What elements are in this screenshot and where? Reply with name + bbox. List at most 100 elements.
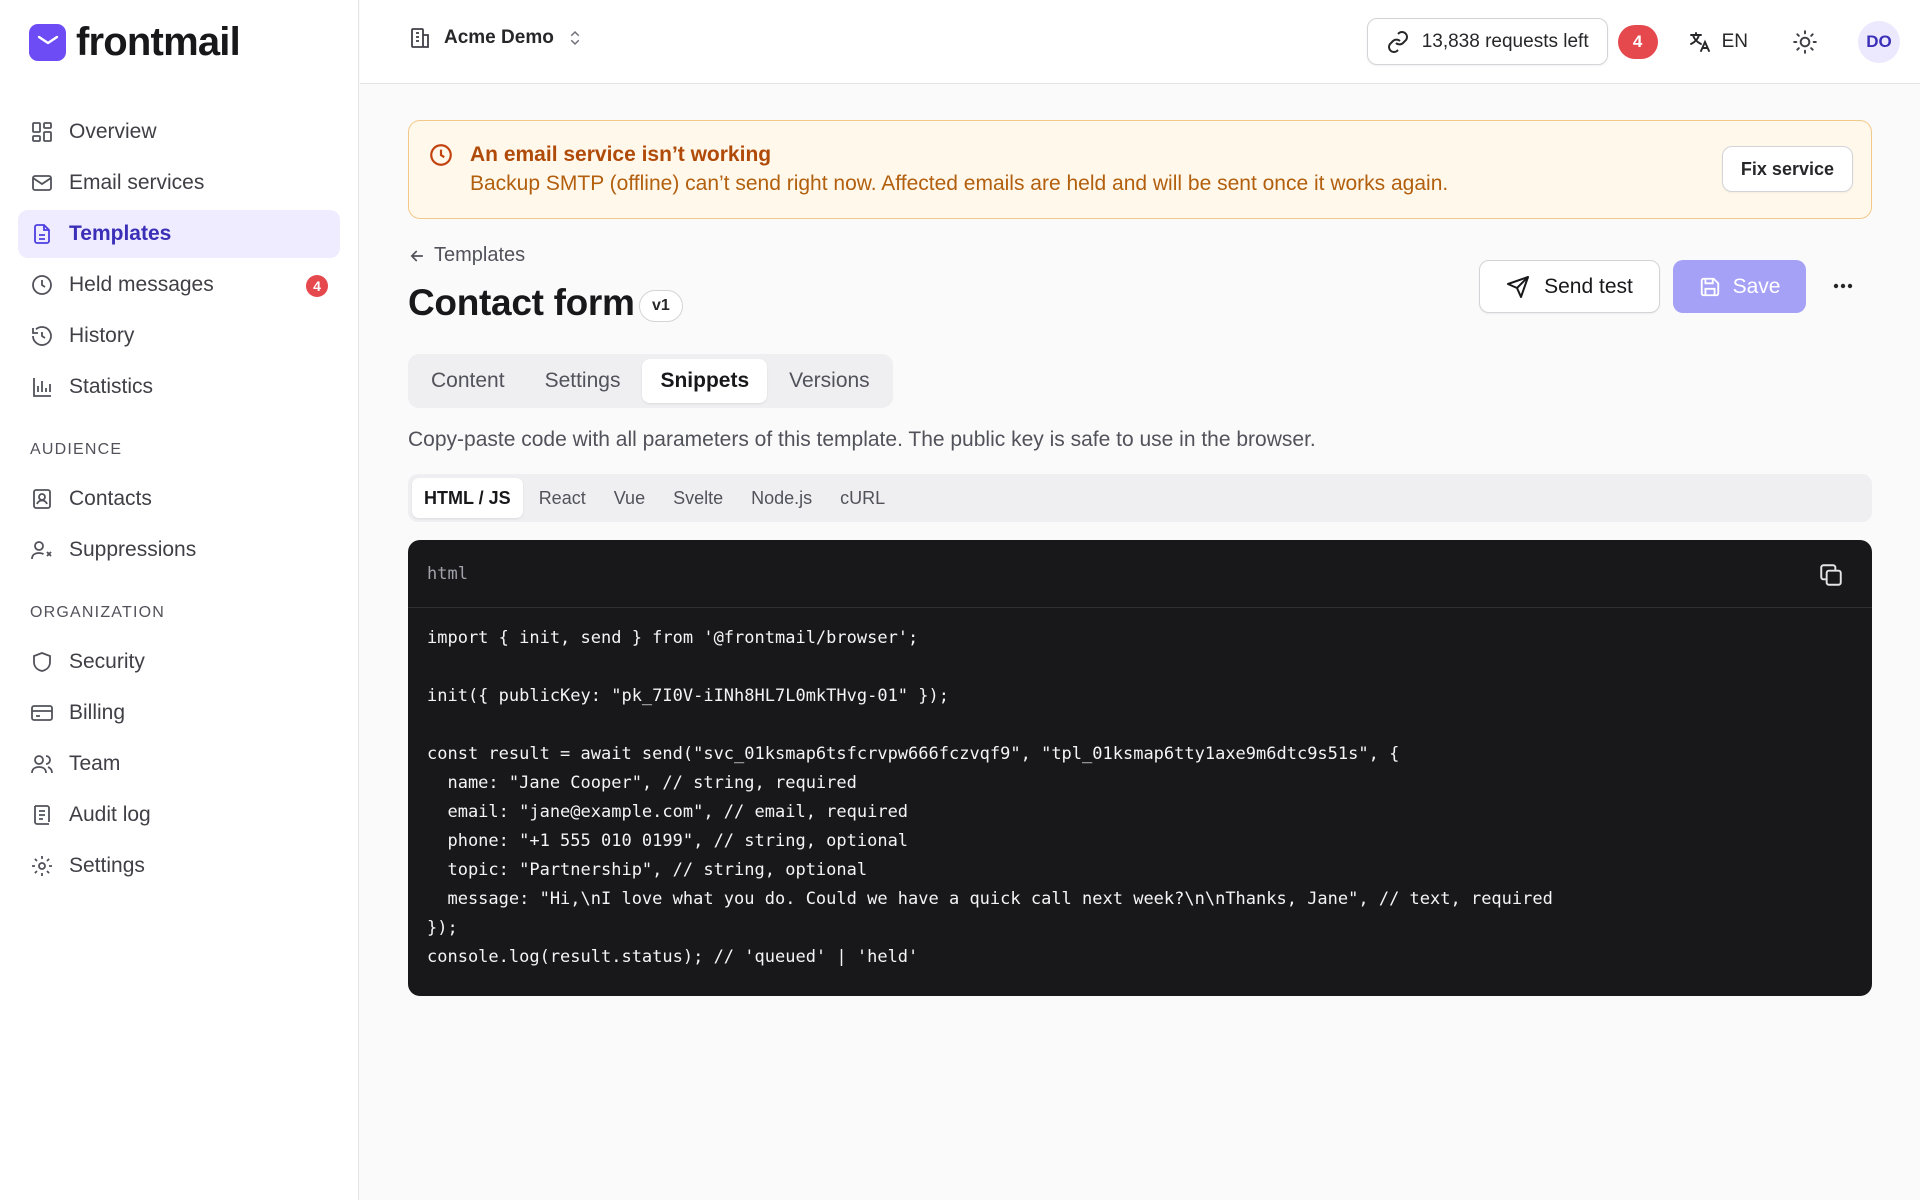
copy-icon[interactable] [1818, 562, 1844, 588]
organization-name: Acme Demo [444, 27, 554, 48]
code-body[interactable]: import { init, send } from '@frontmail/b… [427, 624, 1553, 972]
code-line: email: "jane@example.com", // email, req… [427, 802, 909, 822]
sidebar-item-label: Overview [69, 120, 157, 143]
sidebar-item-history[interactable]: History [18, 312, 340, 360]
sidebar-item-label: Statistics [69, 375, 154, 398]
file-text-icon [30, 222, 54, 246]
logo[interactable]: frontmail [29, 20, 241, 64]
tab-svelte[interactable]: Svelte [661, 478, 735, 518]
history-icon [30, 324, 54, 348]
sidebar-item-security[interactable]: Security [18, 638, 340, 686]
sidebar-item-label: History [69, 324, 135, 347]
organization-switcher[interactable]: Acme Demo [408, 26, 584, 50]
credit-card-icon [30, 701, 54, 725]
code-line: name: "Jane Cooper", // string, required [427, 773, 857, 793]
sidebar-item-contacts[interactable]: Contacts [18, 475, 340, 523]
tab-react[interactable]: React [527, 478, 598, 518]
code-line: topic: "Partnership", // string, optiona… [427, 860, 868, 880]
link-icon [1386, 30, 1410, 54]
tab-curl[interactable]: cURL [828, 478, 897, 518]
requests-left-button[interactable]: 13,838 requests left [1366, 18, 1608, 65]
sidebar-item-email-services[interactable]: Email services [18, 159, 340, 207]
alert-title: An email service isn’t working [470, 143, 772, 166]
translate-icon [1688, 30, 1712, 54]
sidebar-item-overview[interactable]: Overview [18, 108, 340, 156]
contact-card-icon [30, 487, 54, 511]
sidebar-section-audience: AUDIENCE [30, 441, 123, 458]
code-line: phone: "+1 555 010 0199", // string, opt… [427, 831, 909, 851]
sidebar-item-settings[interactable]: Settings [18, 842, 340, 890]
sidebar-item-label: Suppressions [69, 538, 197, 561]
top-header: Acme Demo 13,838 requests left 4 EN DO [360, 0, 1920, 84]
send-test-label: Send test [1544, 274, 1633, 298]
sidebar-item-label: Audit log [69, 803, 151, 826]
breadcrumb-label: Templates [434, 244, 526, 266]
send-test-button[interactable]: Send test [1479, 260, 1660, 313]
code-line: init({ publicKey: "pk_7I0V-iINh8HL7L0mkT… [427, 686, 949, 706]
bar-chart-icon [30, 375, 54, 399]
notifications-badge[interactable]: 4 [1617, 24, 1658, 59]
logo-mail-icon [29, 23, 66, 61]
sidebar-item-label: Settings [69, 854, 145, 877]
template-tabs: Content Settings Snippets Versions [408, 354, 893, 408]
avatar[interactable]: DO [1858, 20, 1900, 63]
tab-nodejs[interactable]: Node.js [739, 478, 824, 518]
sidebar-item-label: Email services [69, 171, 205, 194]
sidebar-item-suppressions[interactable]: Suppressions [18, 526, 340, 574]
sidebar-item-label: Security [69, 650, 145, 673]
tab-vue[interactable]: Vue [602, 478, 657, 518]
sidebar-item-label: Templates [69, 222, 172, 245]
snippet-language-tabs: HTML / JS React Vue Svelte Node.js cURL [408, 474, 1872, 522]
save-button[interactable]: Save [1673, 260, 1806, 313]
page-title: Contact form [408, 282, 635, 323]
building-icon [408, 26, 432, 50]
tab-content[interactable]: Content [413, 359, 523, 403]
save-label: Save [1732, 274, 1781, 298]
code-line: import { init, send } from '@frontmail/b… [427, 628, 919, 648]
dashboard-icon [30, 120, 54, 144]
shield-icon [30, 650, 54, 674]
more-horizontal-icon[interactable] [1829, 274, 1857, 298]
sidebar-item-label: Contacts [69, 487, 152, 510]
sidebar-item-statistics[interactable]: Statistics [18, 363, 340, 411]
version-badge: v1 [639, 290, 683, 322]
service-warning-banner: An email service isn’t working Backup SM… [408, 120, 1872, 219]
tab-html-js[interactable]: HTML / JS [412, 478, 523, 518]
gear-icon [30, 854, 54, 878]
code-snippet: html import { init, send } from '@frontm… [408, 540, 1872, 996]
arrow-left-icon [408, 247, 426, 265]
code-line: }); [427, 918, 458, 938]
tab-snippets[interactable]: Snippets [642, 359, 768, 403]
code-line: message: "Hi,\nI love what you do. Could… [427, 889, 1553, 909]
sidebar-item-held-messages[interactable]: Held messages 4 [18, 261, 340, 309]
sun-icon[interactable] [1792, 29, 1818, 55]
fix-service-button[interactable]: Fix service [1721, 146, 1853, 192]
code-language-label: html [427, 564, 468, 584]
clock-icon [428, 142, 454, 168]
chevrons-up-down-icon [566, 29, 584, 47]
code-line: const result = await send("svc_01ksmap6t… [427, 744, 1400, 764]
user-x-icon [30, 538, 54, 562]
language-code: EN [1721, 30, 1748, 52]
sidebar-item-label: Billing [69, 701, 126, 724]
code-snippet-header: html [408, 540, 1872, 608]
requests-left-text: 13,838 requests left [1421, 30, 1589, 52]
sidebar-item-team[interactable]: Team [18, 740, 340, 788]
audit-log-icon [30, 803, 54, 827]
mail-icon [30, 171, 54, 195]
sidebar-item-billing[interactable]: Billing [18, 689, 340, 737]
language-switcher[interactable]: EN [1688, 30, 1748, 54]
tab-versions[interactable]: Versions [771, 359, 888, 403]
save-icon [1699, 276, 1721, 298]
sidebar-item-templates[interactable]: Templates [18, 210, 340, 258]
snippets-description: Copy-paste code with all parameters of t… [408, 428, 1316, 451]
brand-name: frontmail [76, 20, 241, 64]
held-messages-count-badge: 4 [306, 275, 328, 297]
breadcrumb[interactable]: Templates [408, 244, 525, 267]
sidebar-item-audit-log[interactable]: Audit log [18, 791, 340, 839]
sidebar-item-label: Held messages [69, 273, 214, 296]
tab-settings[interactable]: Settings [527, 359, 639, 403]
alert-message: Backup SMTP (offline) can’t send right n… [470, 172, 1449, 195]
